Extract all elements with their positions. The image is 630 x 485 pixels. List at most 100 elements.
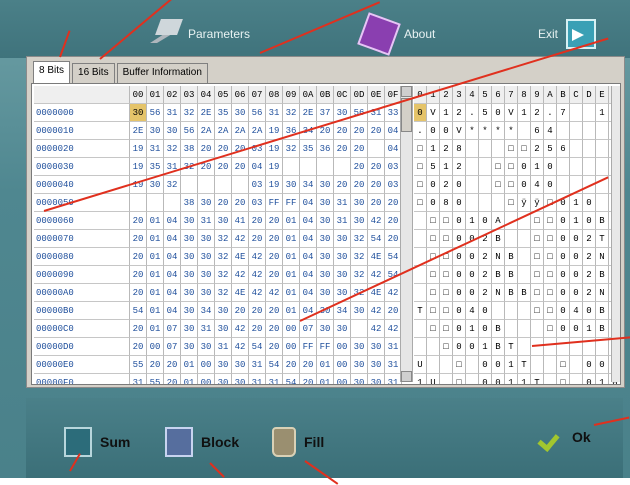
ascii-char-cell[interactable]: 0 bbox=[466, 338, 479, 356]
ascii-char-cell[interactable]: 0 bbox=[518, 158, 531, 176]
hex-byte-cell[interactable]: 4E bbox=[368, 248, 385, 266]
ascii-char-cell[interactable]: 8 bbox=[453, 140, 466, 158]
ascii-char-cell[interactable]: 0 bbox=[453, 338, 466, 356]
ascii-char-cell[interactable]: 2 bbox=[583, 266, 596, 284]
ascii-char-cell[interactable]: 1 bbox=[596, 374, 609, 384]
hex-byte-cell[interactable]: 54 bbox=[368, 230, 385, 248]
hex-byte-cell[interactable]: 01 bbox=[283, 230, 300, 248]
ascii-char-cell[interactable]: 0 bbox=[492, 374, 505, 384]
hex-byte-cell[interactable]: 2E bbox=[300, 104, 317, 122]
ascii-char-cell[interactable]: □ bbox=[427, 230, 440, 248]
hex-byte-cell[interactable] bbox=[147, 194, 164, 212]
ascii-char-cell[interactable] bbox=[518, 122, 531, 140]
hex-byte-cell[interactable]: 00 bbox=[334, 338, 351, 356]
hex-byte-cell[interactable]: 01 bbox=[283, 248, 300, 266]
hex-byte-cell[interactable]: 31 bbox=[198, 212, 215, 230]
ascii-char-cell[interactable]: □ bbox=[427, 284, 440, 302]
hex-byte-cell[interactable]: 30 bbox=[334, 248, 351, 266]
scroll-thumb[interactable] bbox=[401, 98, 412, 132]
hex-byte-cell[interactable] bbox=[351, 320, 368, 338]
ascii-char-cell[interactable] bbox=[414, 266, 427, 284]
ascii-char-cell[interactable]: 0 bbox=[453, 284, 466, 302]
hex-byte-cell[interactable]: 37 bbox=[317, 104, 334, 122]
ascii-char-cell[interactable] bbox=[414, 212, 427, 230]
ascii-char-cell[interactable]: 0 bbox=[557, 266, 570, 284]
hex-byte-cell[interactable]: 04 bbox=[300, 212, 317, 230]
hex-byte-cell[interactable]: 01 bbox=[181, 356, 198, 374]
ascii-char-cell[interactable]: □ bbox=[531, 248, 544, 266]
hex-byte-cell[interactable]: 30 bbox=[215, 356, 232, 374]
ascii-char-cell[interactable]: 7 bbox=[557, 104, 570, 122]
fill-button[interactable]: Fill bbox=[272, 427, 324, 457]
hex-byte-cell[interactable]: 20 bbox=[266, 248, 283, 266]
hex-byte-cell[interactable]: 36 bbox=[317, 140, 334, 158]
ascii-char-cell[interactable]: □ bbox=[531, 284, 544, 302]
hex-byte-cell[interactable]: 20 bbox=[368, 194, 385, 212]
ok-button[interactable]: Ok bbox=[540, 427, 591, 447]
ascii-char-cell[interactable]: □ bbox=[453, 356, 466, 374]
hex-byte-cell[interactable]: 30 bbox=[198, 248, 215, 266]
ascii-char-cell[interactable]: 1 bbox=[479, 338, 492, 356]
ascii-char-cell[interactable]: □ bbox=[440, 266, 453, 284]
ascii-char-cell[interactable] bbox=[466, 356, 479, 374]
ascii-char-cell[interactable]: 4 bbox=[531, 176, 544, 194]
ascii-char-cell[interactable]: B bbox=[596, 212, 609, 230]
ascii-char-cell[interactable]: 0 bbox=[440, 122, 453, 140]
tab-buffer-information[interactable]: Buffer Information bbox=[116, 63, 208, 83]
ascii-char-cell[interactable]: 2 bbox=[453, 158, 466, 176]
ascii-char-cell[interactable] bbox=[583, 140, 596, 158]
ascii-char-cell[interactable]: B bbox=[505, 248, 518, 266]
ascii-char-cell[interactable]: 2 bbox=[453, 104, 466, 122]
hex-byte-cell[interactable]: 56 bbox=[249, 104, 266, 122]
hex-byte-cell[interactable]: 32 bbox=[351, 266, 368, 284]
ascii-char-cell[interactable] bbox=[557, 158, 570, 176]
ascii-char-cell[interactable] bbox=[492, 140, 505, 158]
hex-byte-cell[interactable]: 00 bbox=[283, 338, 300, 356]
hex-byte-cell[interactable]: 30 bbox=[130, 104, 147, 122]
ascii-char-cell[interactable] bbox=[570, 104, 583, 122]
hex-byte-cell[interactable]: FF bbox=[300, 338, 317, 356]
ascii-char-cell[interactable]: * bbox=[505, 122, 518, 140]
hex-byte-cell[interactable]: 2E bbox=[130, 122, 147, 140]
hex-byte-cell[interactable]: 30 bbox=[164, 122, 181, 140]
ascii-char-cell[interactable] bbox=[518, 338, 531, 356]
ascii-char-cell[interactable] bbox=[531, 338, 544, 356]
hex-byte-cell[interactable]: 03 bbox=[249, 194, 266, 212]
hex-byte-cell[interactable]: 01 bbox=[147, 320, 164, 338]
ascii-char-cell[interactable]: 0 bbox=[479, 374, 492, 384]
hex-byte-cell[interactable]: 30 bbox=[198, 230, 215, 248]
ascii-char-cell[interactable]: B bbox=[492, 338, 505, 356]
hex-byte-cell[interactable]: 04 bbox=[164, 302, 181, 320]
hex-byte-cell[interactable]: 00 bbox=[198, 374, 215, 384]
ascii-char-cell[interactable]: B bbox=[518, 284, 531, 302]
ascii-char-cell[interactable]: . bbox=[544, 104, 557, 122]
ascii-char-cell[interactable] bbox=[466, 374, 479, 384]
ascii-char-cell[interactable] bbox=[544, 374, 557, 384]
hex-byte-cell[interactable]: 30 bbox=[181, 284, 198, 302]
hex-byte-cell[interactable]: 30 bbox=[317, 266, 334, 284]
ascii-char-cell[interactable]: T bbox=[531, 374, 544, 384]
ascii-char-cell[interactable] bbox=[414, 230, 427, 248]
hex-byte-cell[interactable]: 20 bbox=[368, 176, 385, 194]
hex-byte-cell[interactable]: 34 bbox=[198, 302, 215, 320]
ascii-char-cell[interactable]: 2 bbox=[440, 176, 453, 194]
hex-byte-cell[interactable]: 04 bbox=[164, 266, 181, 284]
ascii-char-cell[interactable]: □ bbox=[505, 158, 518, 176]
hex-byte-cell[interactable]: 30 bbox=[147, 122, 164, 140]
hex-byte-cell[interactable]: 20 bbox=[266, 302, 283, 320]
hex-byte-cell[interactable]: 20 bbox=[130, 320, 147, 338]
hex-byte-cell[interactable]: 31 bbox=[266, 374, 283, 384]
ascii-char-cell[interactable]: 8 bbox=[440, 194, 453, 212]
hex-byte-cell[interactable]: 20 bbox=[198, 140, 215, 158]
hex-byte-cell[interactable]: 30 bbox=[368, 338, 385, 356]
ascii-char-cell[interactable] bbox=[583, 158, 596, 176]
ascii-char-cell[interactable] bbox=[505, 320, 518, 338]
hex-byte-cell[interactable]: 30 bbox=[283, 176, 300, 194]
hex-byte-cell[interactable]: 30 bbox=[232, 104, 249, 122]
ascii-char-cell[interactable]: V bbox=[427, 104, 440, 122]
hex-byte-cell[interactable]: 01 bbox=[283, 212, 300, 230]
ascii-char-cell[interactable]: □ bbox=[531, 212, 544, 230]
ascii-char-cell[interactable]: 0 bbox=[466, 248, 479, 266]
ascii-char-cell[interactable] bbox=[544, 356, 557, 374]
ascii-char-cell[interactable] bbox=[583, 122, 596, 140]
